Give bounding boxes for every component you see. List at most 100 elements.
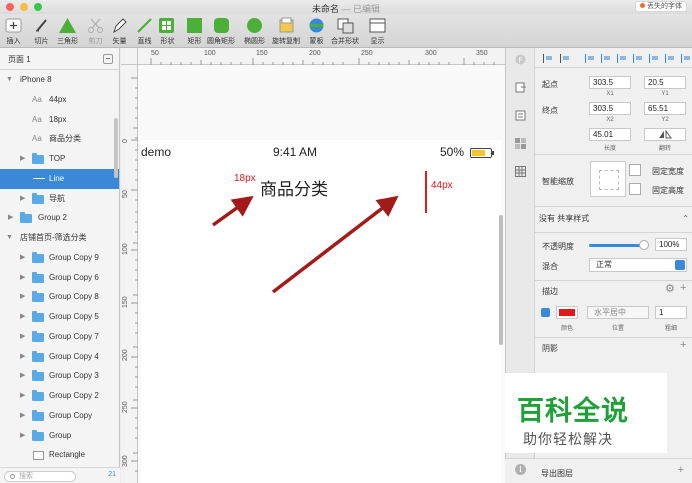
layer-row[interactable]: ▶ Group Copy 2 [0, 386, 119, 406]
layer-search-input[interactable]: 搜索 [4, 471, 76, 482]
fix-height-icon[interactable] [629, 183, 641, 195]
left-ruler[interactable]: 0 50 100 150 200 250 300 [121, 65, 138, 483]
disclosure-open-icon[interactable]: ▼ [6, 70, 13, 90]
y2-input[interactable]: 65.51 [644, 102, 686, 115]
slice-button[interactable]: 切片 [32, 17, 51, 46]
rotate-copy-button[interactable]: 旋转复制 [272, 17, 300, 46]
align-left-icon[interactable] [543, 54, 553, 63]
layer-row[interactable]: Aa 商品分类 [0, 129, 119, 149]
disclosure-closed-icon[interactable]: ▶ [20, 347, 25, 367]
align-horizontal-center-icon[interactable] [601, 54, 611, 63]
design-canvas[interactable]: demo 9:41 AM 50% 商品分类 18px 44px [138, 65, 505, 483]
canvas-scrollbar[interactable] [499, 215, 503, 345]
fix-width-label[interactable]: 固定宽度 [652, 166, 684, 177]
f-icon[interactable]: F [515, 54, 526, 65]
blend-mode-select[interactable]: 正常 [589, 258, 687, 272]
opacity-input[interactable]: 100% [655, 238, 687, 251]
disclosure-closed-icon[interactable]: ▶ [20, 327, 25, 347]
layer-row[interactable]: Aa 18px [0, 110, 119, 130]
oval-button[interactable]: 椭圆形 [244, 17, 265, 46]
layer-row[interactable]: ▶ Group 2 [0, 208, 119, 228]
stroke-enabled-checkbox[interactable] [541, 308, 550, 317]
add-shadow-icon[interactable]: + [680, 339, 686, 351]
missing-fonts-button[interactable]: 丢失的字体 [635, 1, 687, 12]
align-top-edge-icon[interactable] [633, 54, 643, 63]
shapes-button[interactable]: 形状 [158, 17, 177, 46]
vector-button[interactable]: 矢量 [110, 17, 129, 46]
stroke-width-input[interactable]: 1 [655, 306, 687, 319]
layer-row[interactable]: ▶ Group [0, 426, 119, 446]
display-button[interactable]: 显示 [368, 17, 387, 46]
x2-input[interactable]: 303.5 [589, 102, 631, 115]
align-bottom-edge-icon[interactable] [665, 54, 675, 63]
sidebar-scrollbar[interactable] [114, 118, 118, 178]
grid-icon[interactable] [515, 166, 526, 177]
stroke-color-well[interactable] [556, 306, 578, 319]
export-page-icon[interactable] [515, 82, 526, 93]
flip-buttons[interactable] [644, 128, 686, 141]
disclosure-closed-icon[interactable]: ▶ [20, 149, 25, 169]
rectangle-button[interactable]: 矩形 [185, 17, 204, 46]
opacity-slider-knob[interactable] [639, 240, 649, 250]
layer-row-selected[interactable]: Line [0, 168, 119, 189]
layer-row[interactable]: ▼ 店铺首页-筛选分类 [0, 228, 119, 248]
disclosure-closed-icon[interactable]: ▶ [20, 287, 25, 307]
layer-row[interactable]: ▶ 导航 [0, 189, 119, 209]
components-icon[interactable] [515, 138, 526, 149]
layer-row[interactable]: ▶ TOP [0, 149, 119, 169]
align-right-edge-icon[interactable] [617, 54, 627, 63]
insert-button[interactable]: 插入 [4, 17, 23, 46]
align-left-edge-icon[interactable] [585, 54, 595, 63]
layer-row[interactable]: ▶ Group Copy [0, 406, 119, 426]
mask-button[interactable]: 蒙板 [307, 17, 326, 46]
disclosure-closed-icon[interactable]: ▶ [20, 307, 25, 327]
triangle-button[interactable]: 三角形 [57, 17, 78, 46]
layer-row[interactable]: ▶ Group Copy 8 [0, 287, 119, 307]
disclosure-closed-icon[interactable]: ▶ [20, 406, 25, 426]
disclosure-closed-icon[interactable]: ▶ [20, 426, 25, 446]
layer-row[interactable]: Rectangle [0, 445, 119, 465]
stroke-position-select[interactable]: 水平居中 [587, 306, 649, 319]
info-icon[interactable]: i [515, 464, 526, 475]
combine-button[interactable]: 合并形状 [331, 17, 359, 46]
shared-style-select[interactable]: 没有 共享样式 ⌃ [539, 211, 689, 227]
x1-input[interactable]: 303.5 [589, 76, 631, 89]
page-select[interactable]: 页面 1 [8, 54, 31, 65]
layer-row[interactable]: ▶ Group Copy 9 [0, 248, 119, 268]
distribute-icon[interactable] [681, 54, 691, 63]
add-export-icon[interactable]: + [678, 464, 684, 476]
add-page-icon[interactable] [103, 54, 113, 64]
align-vertical-center-icon[interactable] [649, 54, 659, 63]
layer-row[interactable]: ▶ Group Copy 5 [0, 307, 119, 327]
disclosure-closed-icon[interactable]: ▶ [20, 268, 25, 288]
gear-icon[interactable]: ⚙ [665, 282, 675, 295]
top-ruler[interactable]: 50 100 150 200 250 300 350 [121, 48, 505, 65]
disclosure-closed-icon[interactable]: ▶ [20, 248, 25, 268]
layer-row[interactable]: ▶ Group Copy 3 [0, 366, 119, 386]
add-stroke-icon[interactable]: + [680, 282, 686, 294]
layer-row[interactable]: Aa 44px [0, 90, 119, 110]
list-icon[interactable] [515, 110, 526, 121]
length-input[interactable]: 45.01 [589, 128, 631, 141]
disclosure-open-icon[interactable]: ▼ [6, 228, 13, 248]
disclosure-closed-icon[interactable]: ▶ [20, 189, 25, 209]
resizing-control[interactable] [590, 161, 626, 197]
layer-row[interactable]: ▶ Group Copy 4 [0, 347, 119, 367]
layer-row[interactable]: ▶ Group Copy 6 [0, 268, 119, 288]
fix-height-label[interactable]: 固定高度 [652, 185, 684, 196]
align-center-icon[interactable] [560, 54, 570, 63]
line-button[interactable]: 直线 [135, 17, 154, 46]
disclosure-closed-icon[interactable]: ▶ [20, 366, 25, 386]
layer-label: 44px [49, 94, 67, 104]
disclosure-closed-icon[interactable]: ▶ [8, 208, 13, 228]
rounded-rect-button[interactable]: 圆角矩形 [207, 17, 235, 46]
layer-row[interactable]: ▼ iPhone 8 [0, 70, 119, 90]
scissors-icon [86, 17, 105, 34]
y1-input[interactable]: 20.5 [644, 76, 686, 89]
scissors-button[interactable]: 剪刀 [86, 17, 105, 46]
opacity-slider[interactable] [589, 244, 643, 247]
fix-width-icon[interactable] [629, 164, 641, 176]
disclosure-closed-icon[interactable]: ▶ [20, 386, 25, 406]
layer-row[interactable]: ▶ Group Copy 7 [0, 327, 119, 347]
folder-icon [32, 153, 44, 164]
